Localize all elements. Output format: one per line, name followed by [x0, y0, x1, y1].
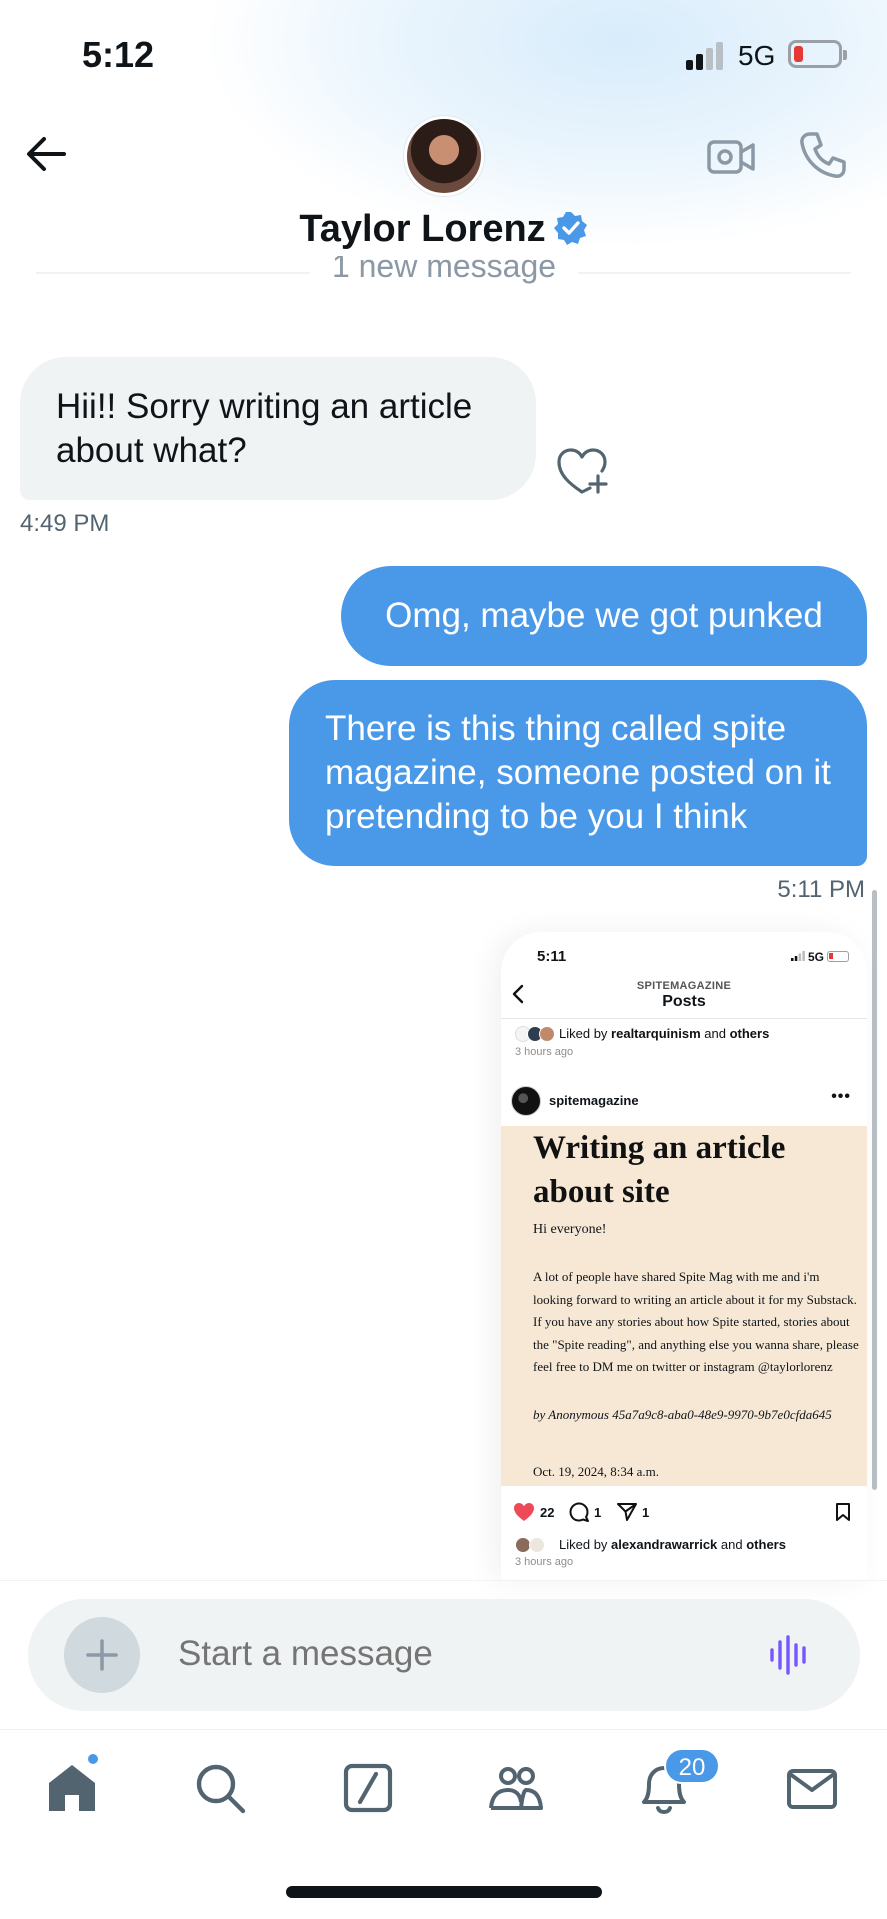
video-call-icon[interactable] — [706, 134, 756, 178]
received-message-text: Hii!! Sorry writing an article about wha… — [56, 386, 473, 470]
add-attachment-button[interactable] — [64, 1617, 140, 1693]
contact-name-text: Taylor Lorenz — [299, 208, 546, 250]
sent-message-text: There is this thing called spite magazin… — [325, 709, 831, 836]
bookmark-icon — [836, 1503, 850, 1521]
liked-user: alexandrawarrick — [611, 1537, 718, 1552]
shot-time-ago-top: 3 hours ago — [515, 1046, 574, 1058]
post-title: Writing an article about site — [533, 1130, 786, 1210]
voice-wave-icon[interactable] — [768, 1633, 812, 1677]
communities-icon[interactable] — [488, 1760, 544, 1816]
home-icon[interactable] — [44, 1760, 100, 1816]
back-arrow-icon[interactable] — [24, 132, 68, 176]
sent-message[interactable]: Omg, maybe we got punked — [341, 566, 867, 666]
status-time: 5:12 — [82, 34, 155, 75]
shot-signal-icon — [790, 951, 805, 961]
shot-liked-by-top: Liked by realtarquinism and others — [559, 1026, 769, 1041]
likes-count: 22 — [540, 1504, 555, 1520]
message-composer — [28, 1599, 860, 1711]
liked-and: and — [704, 1026, 726, 1041]
shares-count: 1 — [642, 1504, 650, 1520]
comments: 1 — [569, 1502, 601, 1522]
shot-network-label: 5G — [807, 950, 824, 964]
home-indicator[interactable] — [286, 1886, 602, 1898]
notifications-badge: 20 — [664, 1748, 720, 1784]
shot-account-name: SPITEMAGAZINE — [636, 980, 732, 992]
phone-icon[interactable] — [798, 130, 848, 180]
post-paragraph: A lot of people have shared Spite Mag wi… — [533, 1269, 859, 1374]
contact-name[interactable]: Taylor Lorenz — [0, 208, 887, 251]
shot-divider — [501, 1018, 867, 1019]
shot-liked-by-bottom: Liked by alexandrawarrick and others — [559, 1537, 786, 1552]
heart-filled-icon — [514, 1503, 534, 1521]
heart-plus-icon[interactable] — [556, 446, 608, 494]
sent-message-text: Omg, maybe we got punked — [385, 596, 823, 635]
post-date: Oct. 19, 2024, 8:34 a.m. — [533, 1464, 660, 1479]
message-input[interactable] — [178, 1629, 698, 1679]
liked-and: and — [720, 1537, 743, 1552]
new-message-divider-label: 1 new message — [310, 256, 578, 286]
post-actions: 22 1 1 — [513, 1502, 855, 1528]
sent-message[interactable]: There is this thing called spite magazin… — [289, 680, 867, 866]
network-label: 5G — [738, 40, 776, 71]
liked-prefix: Liked by — [559, 1026, 608, 1041]
liker-avatars — [515, 1537, 555, 1555]
shot-page-title: Posts — [662, 993, 706, 1010]
shares: 1 — [617, 1502, 649, 1522]
search-icon[interactable] — [192, 1760, 248, 1816]
post-content: Writing an article about site Hi everyon… — [501, 1126, 867, 1486]
contact-avatar[interactable] — [404, 116, 484, 196]
more-options-icon: ••• — [831, 1088, 851, 1105]
verified-badge-icon — [553, 212, 587, 245]
shot-time-ago-bottom: 3 hours ago — [515, 1556, 574, 1568]
battery-icon — [788, 40, 847, 68]
likes: 22 — [513, 1502, 554, 1522]
comment-icon — [569, 1502, 589, 1522]
liked-user: realtarquinism — [611, 1026, 701, 1041]
signal-icon — [686, 42, 723, 70]
post-greeting: Hi everyone! — [533, 1222, 607, 1237]
comments-count: 1 — [594, 1504, 602, 1520]
liked-others: others — [729, 1026, 770, 1041]
share-icon — [617, 1503, 637, 1521]
received-message[interactable]: Hii!! Sorry writing an article about wha… — [20, 357, 536, 500]
image-attachment[interactable]: 5:11 5G SPITEMAGAZINE Posts Liked by rea… — [501, 932, 867, 1580]
sent-message-time: 5:11 PM — [777, 876, 865, 903]
home-unread-dot — [86, 1752, 100, 1766]
received-message-time: 4:49 PM — [20, 510, 110, 537]
shot-status-indicators: 5G — [790, 950, 849, 964]
post-author-name: spitemagazine — [549, 1093, 639, 1108]
composer-divider — [0, 1580, 887, 1581]
grok-icon[interactable] — [340, 1760, 396, 1816]
post-signature: by Anonymous 45a7a9c8-aba0-48e9-9970-9b7… — [533, 1407, 832, 1422]
liked-prefix: Liked by — [559, 1537, 608, 1552]
shot-status-time: 5:11 — [537, 948, 567, 965]
mail-icon[interactable] — [784, 1760, 840, 1816]
bottom-nav-divider — [0, 1729, 887, 1730]
scrollbar[interactable] — [872, 890, 877, 1490]
liked-others: others — [746, 1537, 786, 1552]
liker-avatars — [515, 1026, 555, 1044]
shot-battery-icon — [827, 951, 849, 962]
plus-icon — [86, 1639, 118, 1671]
post-author-avatar — [511, 1086, 541, 1116]
status-bar: 5:12 5G — [0, 0, 887, 110]
